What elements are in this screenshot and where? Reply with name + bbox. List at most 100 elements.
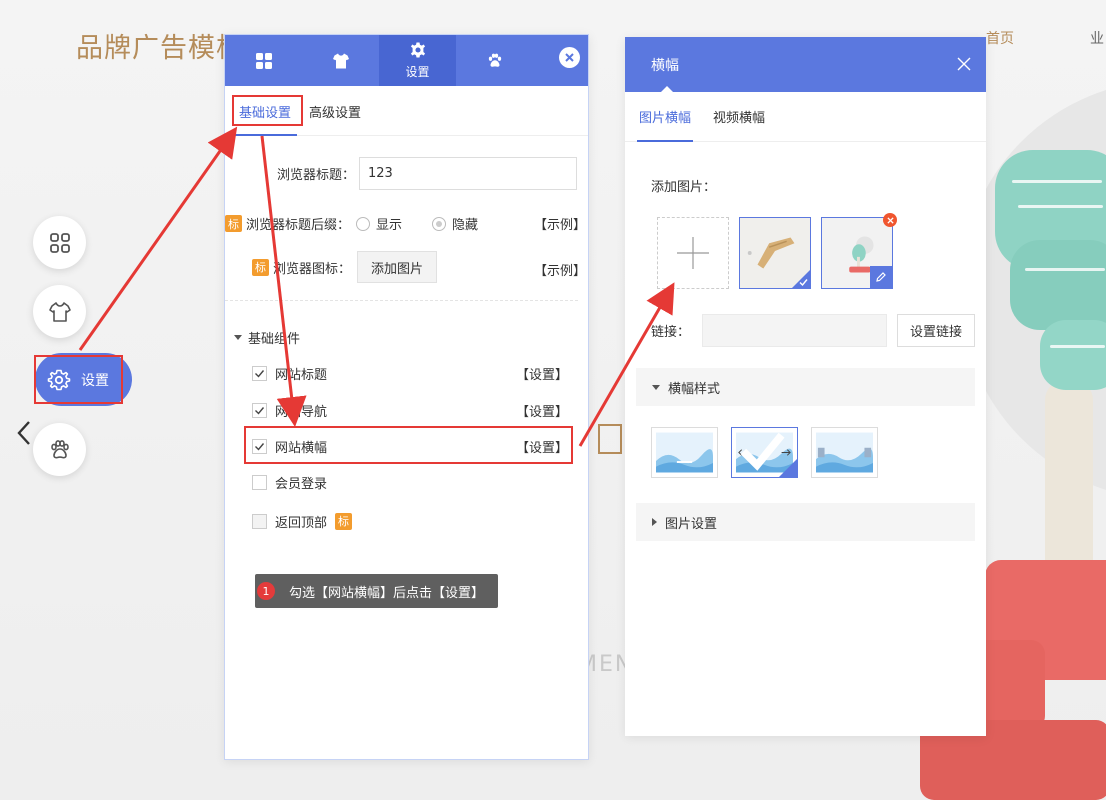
banner-image-thumbnail[interactable] xyxy=(821,213,897,289)
banner-panel-title: 横幅 xyxy=(651,57,679,74)
collapse-arrow-icon[interactable] xyxy=(14,418,36,448)
pencil-icon xyxy=(876,272,886,282)
close-icon xyxy=(886,216,894,224)
back-to-top-checkbox[interactable] xyxy=(252,513,267,529)
banner-style-option-3[interactable] xyxy=(811,427,878,478)
style-preview-graphic xyxy=(656,432,713,473)
suffix-show-radio[interactable]: 显示 xyxy=(356,214,402,233)
component-row-site-title: 网站标题 【设置】 xyxy=(252,363,568,383)
add-image-slot[interactable] xyxy=(657,217,729,289)
set-link-button[interactable]: 设置链接 xyxy=(897,314,976,347)
image-settings-section-toggle[interactable]: 图片设置 xyxy=(636,503,975,541)
member-login-label: 会员登录 xyxy=(275,476,328,492)
title-suffix-label: 浏览器标题后缀： xyxy=(246,218,351,233)
browser-title-row: 浏览器标题： 123 xyxy=(277,157,578,190)
grid-icon xyxy=(255,52,272,69)
edit-image-button[interactable] xyxy=(870,266,892,288)
site-title-settings-link[interactable]: 【设置】 xyxy=(516,364,568,383)
site-nav-checkbox[interactable] xyxy=(252,402,267,418)
banner-panel-header: 横幅 xyxy=(625,37,986,92)
tab-theme[interactable] xyxy=(302,35,379,86)
toy-stripe xyxy=(1018,205,1103,208)
suffix-show-label: 显示 xyxy=(376,218,403,233)
tab-image-banner[interactable]: 图片横幅 xyxy=(636,107,694,142)
check-icon xyxy=(255,406,265,415)
link-input[interactable] xyxy=(702,314,888,347)
nav-item[interactable]: 业 xyxy=(1090,28,1104,48)
title-suffix-row: 标 浏览器标题后缀： 显示 隐藏 xyxy=(225,214,478,233)
divider xyxy=(225,300,578,301)
check-icon xyxy=(255,369,265,378)
member-login-checkbox[interactable] xyxy=(252,474,267,490)
close-icon xyxy=(565,53,574,62)
basic-components-toggle[interactable]: 基础组件 xyxy=(234,328,300,347)
shirt-icon xyxy=(332,53,349,68)
premium-badge: 标 xyxy=(335,512,353,530)
suffix-hide-radio[interactable]: 隐藏 xyxy=(432,214,478,233)
link-row: 链接： 设置链接 xyxy=(651,314,976,347)
plus-icon xyxy=(677,237,709,269)
decor-box xyxy=(598,424,622,454)
suffix-example-link[interactable]: 【示例】 xyxy=(534,214,586,233)
toy-stripe xyxy=(1050,345,1105,348)
toy-tree-lower xyxy=(1040,320,1106,390)
browser-icon-label: 浏览器图标： xyxy=(273,261,352,277)
banner-style-option-1[interactable] xyxy=(651,427,718,478)
tab-settings[interactable]: 设置 xyxy=(379,35,456,86)
close-icon[interactable] xyxy=(956,56,972,72)
settings-panel-close-button[interactable] xyxy=(559,47,580,68)
banner-type-tabs: 图片横幅 视频横幅 xyxy=(625,92,986,142)
step-number-badge: 1 xyxy=(257,582,275,600)
browser-title-input[interactable]: 123 xyxy=(359,157,578,190)
back-to-top-label: 返回顶部 xyxy=(275,515,328,531)
component-row-member-login: 会员登录 xyxy=(252,472,568,492)
site-logo: 品牌广告模板 xyxy=(76,33,244,64)
radio-circle xyxy=(432,216,447,231)
site-title-checkbox[interactable] xyxy=(252,365,267,381)
link-label: 链接： xyxy=(651,325,691,340)
tab-extensions[interactable] xyxy=(456,35,533,86)
theme-button[interactable] xyxy=(33,285,86,338)
components-button[interactable] xyxy=(33,216,86,269)
paw-icon xyxy=(488,53,501,67)
component-row-back-to-top: 返回顶部 标 xyxy=(252,511,568,531)
shirt-icon xyxy=(48,301,71,322)
browser-icon-row: 标 浏览器图标： 添加图片 xyxy=(252,251,438,283)
tab-components[interactable] xyxy=(225,35,302,86)
tab-advanced-settings[interactable]: 高级设置 xyxy=(303,102,367,135)
check-icon xyxy=(740,432,785,471)
banner-style-option-2[interactable] xyxy=(731,427,798,478)
remove-image-button[interactable] xyxy=(883,213,897,227)
add-icon-button[interactable]: 添加图片 xyxy=(357,251,438,283)
caret-down-icon xyxy=(652,384,660,390)
basic-components-title: 基础组件 xyxy=(248,332,301,347)
image-settings-title: 图片设置 xyxy=(665,516,718,532)
banner-style-title: 横幅样式 xyxy=(668,381,721,397)
banner-panel: 横幅 图片横幅 视频横幅 添加图片： 链接： 设置链接 横幅样式 图片设置 xyxy=(625,37,986,736)
add-image-label: 添加图片： xyxy=(651,180,717,195)
radio-circle xyxy=(356,216,371,231)
toy-stripe xyxy=(1012,180,1102,183)
caret-right-icon xyxy=(652,518,657,526)
nav-home[interactable]: 首页 xyxy=(986,28,1014,48)
site-nav-label: 网站导航 xyxy=(275,404,328,420)
highlight-banner-row xyxy=(244,426,573,464)
banner-style-section-toggle[interactable]: 横幅样式 xyxy=(636,368,975,406)
premium-badge: 标 xyxy=(225,215,242,232)
paw-icon xyxy=(50,439,69,458)
premium-badge: 标 xyxy=(252,258,269,276)
settings-panel-header: 设置 xyxy=(225,35,588,86)
settings-panel: 设置 基础设置 高级设置 浏览器标题： 123 标 浏览器标题后缀： 显示 隐藏… xyxy=(224,34,589,760)
browser-title-label: 浏览器标题： xyxy=(277,168,356,183)
tab-video-banner[interactable]: 视频横幅 xyxy=(713,107,765,141)
extensions-button[interactable] xyxy=(33,423,86,476)
banner-image-thumbnail[interactable] xyxy=(739,217,811,289)
suffix-hide-label: 隐藏 xyxy=(452,218,479,233)
site-nav-settings-link[interactable]: 【设置】 xyxy=(516,401,568,420)
icon-example-link[interactable]: 【示例】 xyxy=(534,260,586,279)
style-preview-graphic xyxy=(816,432,873,473)
component-row-site-nav: 网站导航 【设置】 xyxy=(252,400,568,420)
hint-tooltip: 勾选【网站横幅】后点击【设置】 xyxy=(255,574,499,608)
toy-stripe xyxy=(1025,268,1105,271)
tab-settings-label: 设置 xyxy=(405,65,430,79)
